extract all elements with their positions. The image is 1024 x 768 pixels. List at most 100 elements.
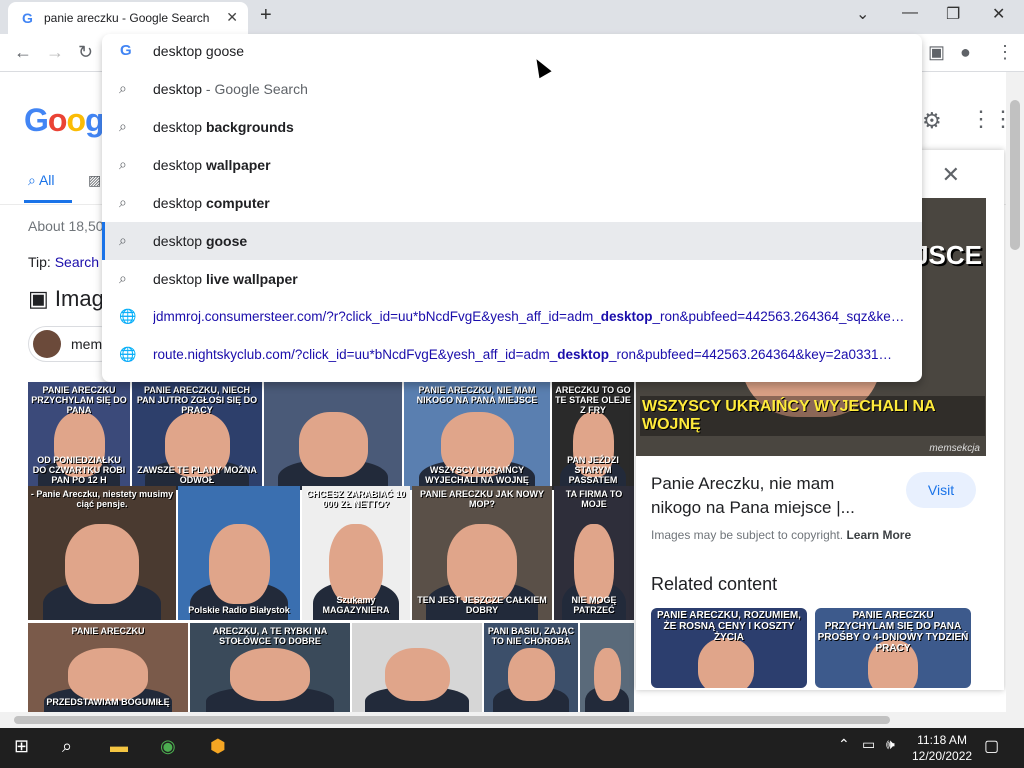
suggestion-text: desktop - Google Search — [153, 81, 308, 97]
tip-link[interactable]: Search — [55, 254, 99, 270]
image-result-thumbnail[interactable]: CHCESZ ZARABIAĆ 10 000 ZŁ NETTO? Szukamy … — [302, 486, 410, 620]
image-result-thumbnail[interactable] — [580, 623, 634, 712]
forward-button[interactable]: → — [46, 42, 64, 63]
tab-all[interactable]: ⌕ All — [28, 172, 55, 189]
face-shape — [507, 647, 555, 702]
minimize-button[interactable]: — — [902, 4, 918, 22]
image-result-thumbnail[interactable] — [264, 382, 402, 490]
image-result-thumbnail[interactable]: - Panie Areczku, niestety musimy ciąć pe… — [28, 486, 176, 620]
profile-icon[interactable]: ● — [960, 42, 971, 63]
address-bar-input[interactable] — [153, 43, 753, 59]
side-panel-icon[interactable]: ▣ — [928, 42, 945, 63]
search-suggestion[interactable]: ⌕ desktop - Google Search — [102, 70, 922, 108]
thumbnail-top-caption: ARECZKU TO GO TE STARE OLEJE Z FRY — [555, 385, 631, 415]
tab-images-icon[interactable]: ▨ — [88, 172, 101, 189]
images-heading-label: Imag — [54, 286, 104, 311]
preview-watermark: memsekcja — [929, 443, 980, 454]
shield-app-icon[interactable]: ⬢ — [210, 736, 226, 757]
face-shape — [208, 523, 270, 604]
globe-icon: 🌐 — [119, 346, 137, 362]
face-shape — [593, 647, 621, 702]
image-result-thumbnail[interactable]: ARECZKU TO GO TE STARE OLEJE Z FRY PAN JE… — [552, 382, 634, 490]
google-logo[interactable]: Googl — [24, 102, 112, 139]
copyright-notice: Images may be subject to copyright. Lear… — [651, 528, 911, 542]
search-suggestion[interactable]: ⌕ desktop backgrounds — [102, 108, 922, 146]
windows-taskbar: ⊞ ⌕ ▬ ◉ ⬢ ⌃ ▭ 🕪 11:18 AM 12/20/2022 ▢ — [0, 728, 1024, 768]
thumbnail-bottom-caption: ZAWSZE TE PLANY MOŻNA ODWOŁ — [137, 465, 257, 486]
chrome-icon[interactable]: ◉ — [160, 736, 176, 757]
suggestion-text: jdmmroj.consumersteer.com/?r?click_id=uu… — [153, 309, 905, 324]
image-result-thumbnail[interactable]: PANIE ARECZKU PRZYCHYLAM SIĘ DO PANA OD P… — [28, 382, 130, 490]
image-result-thumbnail[interactable]: TA FIRMA TO MOJE NIE MOGĘ PATRZEĆ — [554, 486, 634, 620]
thumbnail-bottom-caption: Szukamy MAGAZYNIERA — [322, 595, 390, 616]
file-explorer-icon[interactable]: ▬ — [110, 736, 128, 757]
search-icon: ⌕ — [119, 232, 127, 248]
back-button[interactable]: ← — [14, 42, 32, 63]
panel-close-icon[interactable]: ✕ — [942, 162, 960, 188]
image-result-thumbnail[interactable]: PANI BASIU, ZAJĄC TO NIE CHOROBA — [484, 623, 578, 712]
image-result-thumbnail[interactable]: PANIE ARECZKU PRZEDSTAWIAM BOGUMIŁĘ — [28, 623, 188, 712]
thumbnail-top-caption: ARECZKU, A TE RYBKI NA STOŁÓWCE TO DOBRE — [212, 626, 328, 646]
thumbnail-top-caption: PANIE ARECZKU JAK NOWY MOP? — [419, 489, 544, 509]
omnibox[interactable]: G — [102, 34, 922, 70]
tab-search-icon[interactable]: ⌄ — [856, 4, 869, 24]
thumbnail-top-caption: - Panie Areczku, niestety musimy ciąć pe… — [30, 489, 174, 509]
thumbnail-top-caption: PANIE ARECZKU — [71, 626, 145, 636]
search-small-icon: ⌕ — [28, 172, 39, 188]
horizontal-scroll-thumb[interactable] — [14, 716, 890, 724]
images-heading: ▣ Imag — [28, 286, 104, 312]
maximize-button[interactable]: ❐ — [946, 4, 960, 24]
thumbnail-bottom-caption: NIE MOGĘ PATRZEĆ — [571, 595, 617, 616]
network-icon[interactable]: ▭ — [862, 736, 875, 753]
search-suggestion[interactable]: ⌕ desktop wallpaper — [102, 146, 922, 184]
reload-button[interactable]: ↻ — [78, 42, 93, 63]
title-bar: G panie areczku - Google Search ✕ + ⌄ — … — [0, 0, 1024, 34]
thumbnail-top-caption: PANI BASIU, ZAJĄC TO NIE CHOROBA — [487, 626, 575, 646]
preview-title[interactable]: Panie Areczku, nie mam nikogo na Pana mi… — [651, 472, 881, 520]
search-icon: ⌕ — [119, 194, 127, 210]
learn-more-link[interactable]: Learn More — [846, 528, 911, 542]
tip-label: Tip: — [28, 254, 55, 270]
image-result-thumbnail[interactable]: ARECZKU, A TE RYBKI NA STOŁÓWCE TO DOBRE — [190, 623, 350, 712]
thumbnail-top-caption: TA FIRMA TO MOJE — [565, 489, 623, 509]
close-window-button[interactable]: ✕ — [992, 4, 1005, 24]
related-thumbnail[interactable]: PANIE ARECZKU, ROZUMIEM, ŻE ROSNĄ CENY I… — [651, 608, 807, 688]
suggestion-text: route.nightskyclub.com/?click_id=uu*bNcd… — [153, 347, 892, 362]
clock-date: 12/20/2022 — [912, 749, 973, 763]
face-shape — [384, 647, 450, 702]
search-icon: ⌕ — [119, 80, 127, 96]
related-heading: Related content — [651, 574, 778, 594]
image-result-thumbnail[interactable] — [352, 623, 482, 712]
browser-tab[interactable]: G panie areczku - Google Search ✕ — [8, 2, 248, 34]
search-suggestion[interactable]: ⌕ desktop live wallpaper — [102, 260, 922, 298]
face-shape — [230, 647, 310, 702]
volume-icon[interactable]: 🕪 — [886, 736, 895, 753]
globe-icon: 🌐 — [119, 308, 137, 324]
suggestion-text: desktop goose — [153, 233, 248, 249]
search-icon: ⌕ — [119, 118, 127, 134]
face-shape — [68, 647, 148, 702]
new-tab-button[interactable]: + — [260, 4, 272, 27]
related-thumbnail[interactable]: PANIE ARECZKU PRZYCHYLAM SIĘ DO PANA PRO… — [815, 608, 971, 688]
search-icon[interactable]: ⌕ — [62, 736, 72, 757]
visit-button[interactable]: Visit — [906, 472, 976, 508]
system-clock[interactable]: 11:18 AM 12/20/2022 — [912, 732, 972, 764]
start-button[interactable]: ⊞ — [14, 736, 29, 757]
browser-menu-icon[interactable]: ⋮ — [996, 42, 1014, 63]
notification-icon[interactable]: ▢ — [984, 736, 999, 756]
settings-gear-icon[interactable]: ⚙ — [922, 108, 942, 134]
search-suggestion[interactable]: ⌕ desktop computer — [102, 184, 922, 222]
image-result-thumbnail[interactable]: PANIE ARECZKU, NIECH PAN JUTRO ZGŁOSI SI… — [132, 382, 262, 490]
url-suggestion[interactable]: 🌐 route.nightskyclub.com/?click_id=uu*bNc… — [102, 336, 922, 374]
omnibox-dropdown: G ⌕ desktop - Google Search ⌕ desktop backg… — [102, 34, 922, 382]
image-result-thumbnail[interactable]: PANIE ARECZKU JAK NOWY MOP? TEN JEST JESZ… — [412, 486, 552, 620]
image-result-thumbnail[interactable]: Polskie Radio Białystok — [178, 486, 300, 620]
image-result-thumbnail[interactable]: PANIE ARECZKU, NIE MAM NIKOGO NA PANA MI… — [404, 382, 550, 490]
tab-close-icon[interactable]: ✕ — [226, 9, 238, 26]
tray-chevron-icon[interactable]: ⌃ — [838, 736, 850, 753]
url-suggestion[interactable]: 🌐 jdmmroj.consumersteer.com/?r?click_id=u… — [102, 298, 922, 336]
search-suggestion[interactable]: ⌕ desktop goose — [102, 222, 922, 260]
related-caption: PANIE ARECZKU, ROZUMIEM, ŻE ROSNĄ CENY I… — [657, 610, 801, 643]
vertical-scroll-thumb[interactable] — [1010, 100, 1020, 250]
copyright-text: Images may be subject to copyright. — [651, 528, 844, 542]
